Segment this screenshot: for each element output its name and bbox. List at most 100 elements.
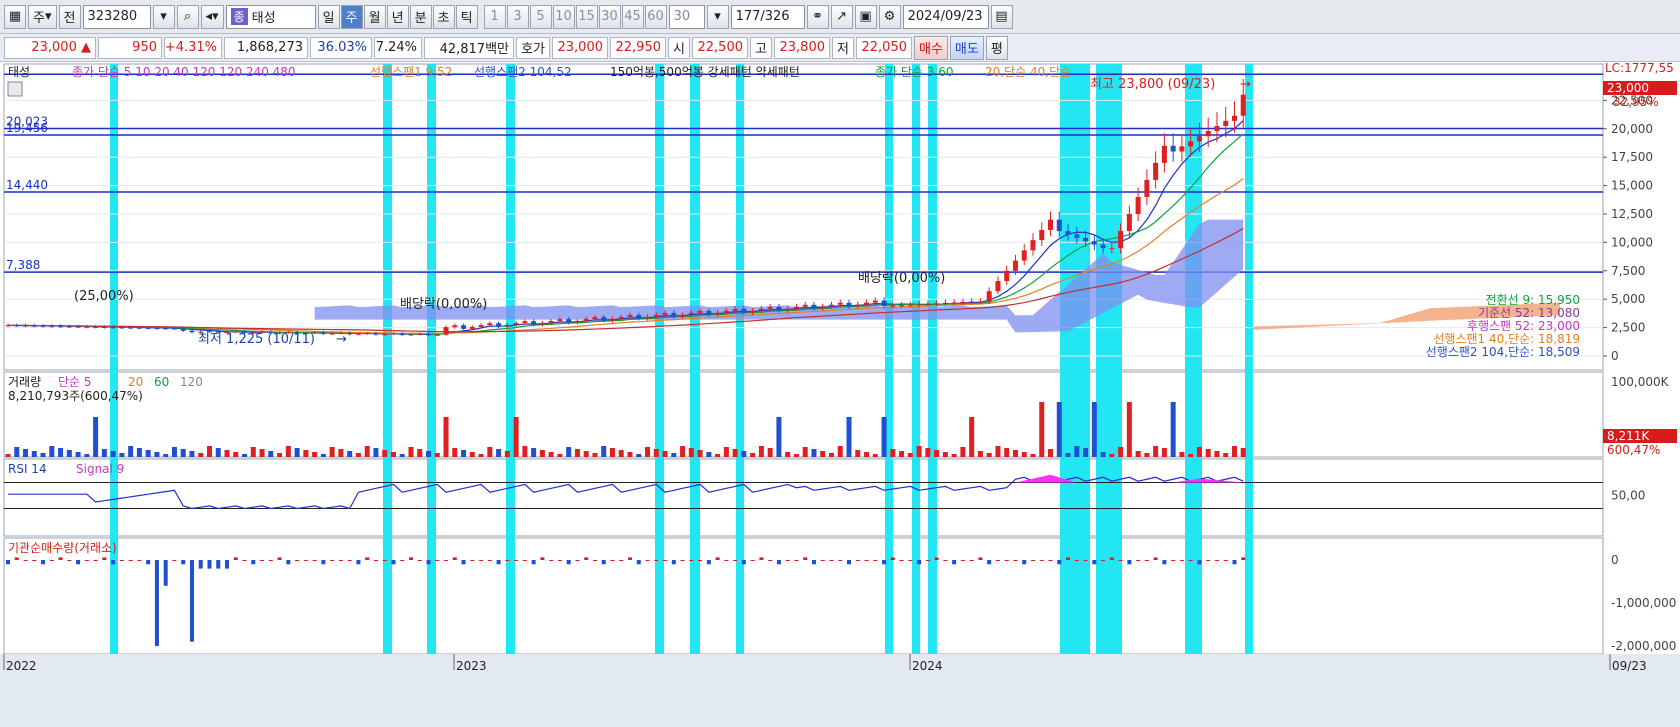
gear-icon[interactable]: ⚙ (878, 4, 901, 29)
candle-body (1170, 145, 1176, 152)
period-tab[interactable]: 주 (340, 4, 363, 29)
stock-chart[interactable]: 0 2,500 5,000 7,500 10,000 12,500 15,000 17,500… (0, 62, 1680, 727)
rsi-tick-label: 50,00 (1611, 489, 1645, 503)
inst-bar (505, 560, 510, 561)
period-tab[interactable]: 분 (409, 4, 432, 29)
candle-body (977, 301, 983, 303)
inst-bar (452, 557, 457, 560)
current-price: 23,000 ▲ (4, 36, 96, 59)
count-dropdown-icon[interactable]: ▾ (706, 4, 729, 29)
interval-button[interactable]: 5 (529, 4, 552, 29)
candle-body (390, 333, 396, 335)
interval-button[interactable]: 45 (621, 4, 644, 29)
high-price: 23,800 (774, 36, 830, 59)
date-input[interactable]: 2024/09/23 (902, 4, 989, 29)
menu-icon[interactable]: ▦ (4, 4, 26, 29)
high-annotation: 최고 23,800 (09/23) (1090, 77, 1215, 92)
candle-body (557, 319, 563, 322)
volume-bar (1109, 454, 1115, 457)
period-tab[interactable]: 년 (386, 4, 409, 29)
volume-bar (977, 451, 983, 457)
trend-icon[interactable]: ↗ (830, 4, 853, 29)
inst-bar (470, 560, 475, 561)
period-tab[interactable]: 월 (363, 4, 386, 29)
interval-button[interactable]: 3 (506, 4, 529, 29)
interval-button[interactable]: 30 (598, 4, 621, 29)
volume-bar (890, 449, 896, 457)
volume-bar (741, 451, 747, 457)
inst-bar (242, 560, 247, 561)
inst-bar (864, 560, 869, 561)
calendar-icon[interactable]: ▤ (990, 4, 1013, 29)
price-tick-label: 2,500 (1611, 321, 1645, 335)
code-input[interactable]: 323280 (82, 4, 151, 29)
highlight-band (885, 64, 893, 654)
period-tab[interactable]: 일 (317, 4, 340, 29)
code-dropdown-icon[interactable]: ▾ (152, 4, 175, 29)
candle-body (1205, 131, 1211, 137)
volume-bar (215, 448, 221, 457)
candle-body (40, 325, 46, 327)
dividend-annotation-3: 배당락(0,00%) (858, 271, 945, 286)
volume-value: 8,210,793주(600,47%) (8, 389, 143, 403)
candle-body (583, 318, 589, 321)
interval-button[interactable]: 1 (483, 4, 506, 29)
high-arrow-icon: → (1240, 77, 1251, 92)
interval-button[interactable]: 10 (552, 4, 575, 29)
candle-body (469, 326, 475, 329)
interval-button[interactable]: 60 (644, 4, 667, 29)
inst-bar (794, 560, 799, 561)
save-icon[interactable]: ▣ (854, 4, 877, 29)
inst-bar (619, 560, 624, 561)
interval-button[interactable]: 15 (575, 4, 598, 29)
period-tab[interactable]: 초 (432, 4, 455, 29)
volume-bar (496, 449, 502, 457)
buy-button[interactable]: 매수 (914, 35, 948, 60)
link-icon[interactable]: ⚭ (806, 4, 829, 29)
inst-bar (1118, 560, 1123, 561)
volume-bar (1056, 402, 1062, 457)
inst-bar (198, 560, 203, 569)
inst-bar (908, 560, 913, 561)
inst-bar (146, 560, 151, 565)
inst-bar (321, 560, 326, 565)
inst-bar (67, 560, 72, 561)
candle-body (741, 308, 747, 313)
volume-tick-label: 100,000K (1611, 375, 1670, 389)
candle-body (907, 304, 913, 306)
sell-button[interactable]: 매도 (949, 35, 984, 60)
volume-bar (417, 449, 423, 457)
volume-bar (189, 451, 195, 457)
candle-body (320, 332, 326, 334)
x-axis-label: 2024 (912, 659, 943, 673)
candle-body (417, 333, 423, 335)
candle-body (487, 323, 493, 326)
inst-bar (365, 557, 370, 560)
prev-button[interactable]: 전 (58, 4, 81, 29)
inst-bar (1197, 560, 1202, 565)
candle-body (478, 325, 484, 327)
candle-body (189, 330, 195, 333)
period-tab[interactable]: 틱 (455, 4, 478, 29)
stock-name-field[interactable]: 종 태성 (225, 4, 316, 29)
volume-bar (723, 447, 729, 457)
price-tick-label: 0 (1611, 349, 1619, 363)
sound-icon[interactable]: ◂▾ (200, 4, 224, 29)
avg-button[interactable]: 평 (985, 35, 1008, 60)
inst-bar (41, 560, 46, 565)
inst-bar (111, 560, 116, 565)
volume-bar (469, 452, 475, 457)
candle-body (697, 310, 703, 313)
volume-tag-label: 8,211K (1607, 429, 1650, 443)
mode-select[interactable]: 주 ▾ (28, 4, 57, 29)
search-icon[interactable]: ⌕ (176, 4, 199, 29)
volume-bar (653, 449, 659, 457)
inst-bar (207, 560, 212, 569)
highlight-band (1060, 64, 1090, 654)
inst-bar (347, 560, 352, 561)
lc-label: LC:1777,55 (1605, 62, 1674, 75)
inst-bar (338, 560, 343, 561)
inst-bar (601, 560, 606, 565)
candle-body (1083, 237, 1089, 242)
count-input[interactable]: 30 (668, 4, 705, 29)
